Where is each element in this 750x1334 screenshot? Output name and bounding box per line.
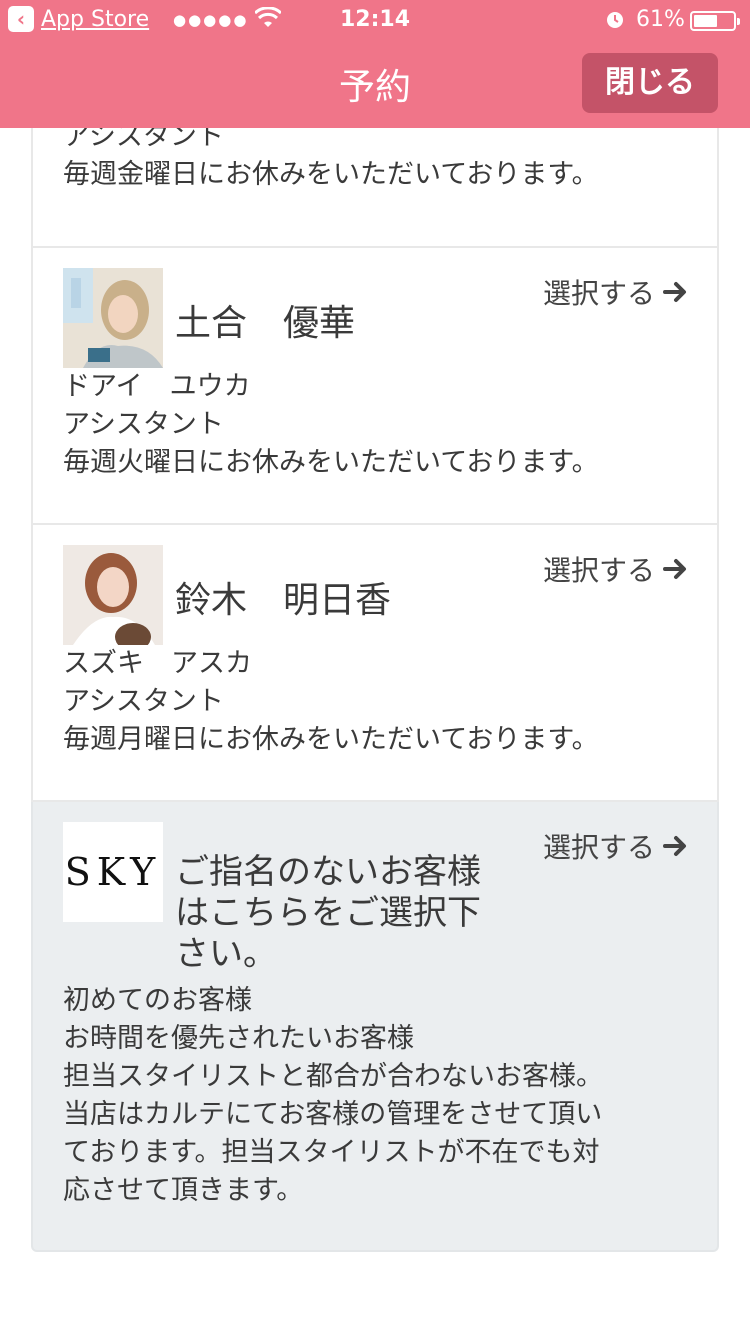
description-line: 当店はカルテにてお客様の管理をさせて頂い [63, 1099, 603, 1130]
no-preference-title: ご指名のないお客様 はこちらをご選択下 さい。 [175, 852, 535, 975]
close-button[interactable]: 閉じる [582, 53, 718, 113]
stylist-kana: ドアイ ユウカ [63, 371, 251, 402]
description-line: 担当スタイリストと都合が合わないお客様。 [63, 1061, 603, 1092]
alarm-icon [604, 8, 626, 36]
salon-logo: ·SKY· [63, 822, 163, 922]
arrow-right-icon [663, 559, 686, 579]
description-line: 応させて頂きます。 [63, 1175, 304, 1206]
status-bar: ‹ App Store ●●●●● 12:14 61% [0, 0, 750, 40]
stylist-info: ドアイ ユウカ アシスタント 毎週火曜日にお休みをいただいております。 [63, 368, 599, 482]
battery-percentage: 61% [636, 7, 685, 32]
select-label: 選択する [542, 277, 655, 310]
description-line: 初めてのお客様 [63, 985, 252, 1016]
no-preference-description: 初めてのお客様 お時間を優先されたいお客様 担当スタイリストと都合が合わないお客… [63, 982, 603, 1210]
no-preference-card[interactable]: ·SKY· ご指名のないお客様 はこちらをご選択下 さい。 選択する 初めてのお… [31, 802, 719, 1252]
stylist-role: アシスタント [63, 409, 224, 440]
title-line: ご指名のないお客様 [175, 852, 481, 892]
stylist-card[interactable]: 鈴木 明日香 選択する スズキ アスカ アシスタント 毎週月曜日にお休みをいただ… [31, 525, 719, 802]
arrow-right-icon [663, 836, 686, 856]
arrow-right-icon [663, 282, 686, 302]
description-line: お時間を優先されたいお客様 [63, 1023, 414, 1054]
battery-fill [694, 15, 717, 27]
stylist-photo [63, 268, 163, 368]
title-line: はこちらをご選択下 [175, 893, 481, 933]
stylist-photo [63, 545, 163, 645]
stylist-card[interactable]: アシスタント 毎週金曜日にお休みをいただいております。 [31, 128, 719, 248]
stylist-info: スズキ アスカ アシスタント 毎週月曜日にお休みをいただいております。 [63, 645, 599, 759]
select-label: 選択する [542, 554, 655, 587]
stylist-role: アシスタント [63, 128, 224, 152]
select-button[interactable]: 選択する [543, 549, 689, 589]
stylist-kana: スズキ アスカ [63, 648, 252, 679]
nav-bar: 予約 閉じる [0, 40, 750, 128]
stylist-note: 毎週火曜日にお休みをいただいております。 [63, 447, 599, 478]
description-line: ております。担当スタイリストが不在でも対 [63, 1137, 600, 1168]
stylist-role: アシスタント [63, 686, 224, 717]
select-button[interactable]: 選択する [543, 272, 689, 312]
stylist-note: 毎週金曜日にお休みをいただいております。 [63, 159, 599, 190]
stylist-info: アシスタント 毎週金曜日にお休みをいただいております。 [63, 128, 599, 194]
title-line: さい。 [175, 934, 277, 974]
select-button[interactable]: 選択する [543, 826, 689, 866]
stylist-name: 土合 優華 [175, 303, 356, 344]
battery-icon [690, 11, 740, 31]
select-label: 選択する [542, 831, 655, 864]
stylist-card[interactable]: 土合 優華 選択する ドアイ ユウカ アシスタント 毎週火曜日にお休みをいただい… [31, 248, 719, 525]
stylist-list: アシスタント 毎週金曜日にお休みをいただいております。 土合 優華 選択する ド… [0, 128, 750, 1334]
stylist-name: 鈴木 明日香 [175, 580, 392, 621]
stylist-note: 毎週月曜日にお休みをいただいております。 [63, 724, 599, 755]
